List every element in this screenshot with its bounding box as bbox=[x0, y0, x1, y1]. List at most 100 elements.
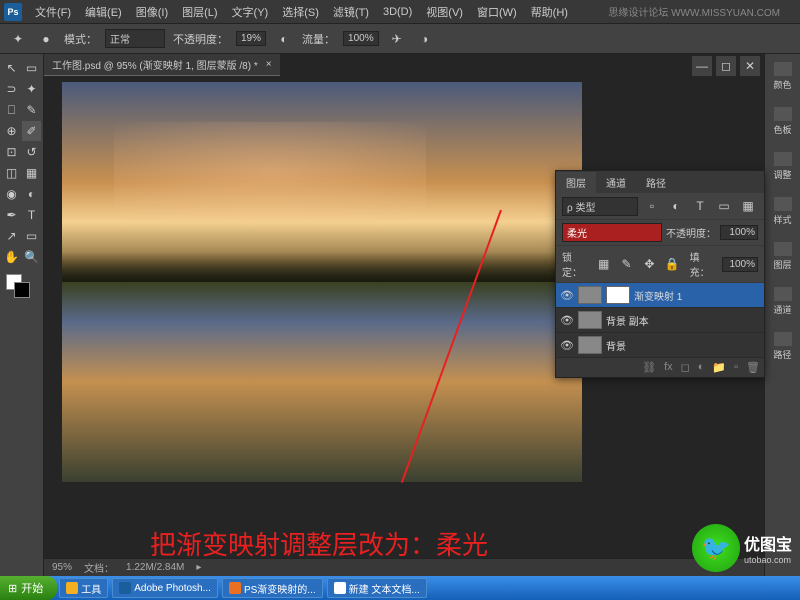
layer-item[interactable]: 👁 渐变映射 1 bbox=[556, 283, 764, 308]
opacity-field[interactable]: 19% bbox=[236, 31, 266, 46]
menu-view[interactable]: 视图(V) bbox=[419, 1, 470, 23]
panel-color-tab[interactable]: 颜色 bbox=[767, 58, 798, 95]
lock-all-icon[interactable]: 🔒 bbox=[663, 254, 682, 274]
flow-field[interactable]: 100% bbox=[343, 31, 379, 46]
color-swatches[interactable] bbox=[2, 274, 41, 304]
menu-file[interactable]: 文件(F) bbox=[28, 1, 78, 23]
layer-kind-filter[interactable]: ρ 类型 bbox=[562, 197, 638, 216]
layer-name[interactable]: 渐变映射 1 bbox=[634, 288, 682, 303]
menu-edit[interactable]: 编辑(E) bbox=[78, 1, 129, 23]
background-swatch[interactable] bbox=[14, 282, 30, 298]
layer-item[interactable]: 👁 背景 bbox=[556, 333, 764, 358]
brush-tool-icon[interactable]: ✐ bbox=[22, 121, 41, 141]
shape-tool-icon[interactable]: ▭ bbox=[22, 226, 41, 246]
eyedropper-tool-icon[interactable]: ✎ bbox=[22, 100, 41, 120]
swatch-icon bbox=[774, 107, 792, 121]
new-layer-icon[interactable]: ▫ bbox=[734, 361, 738, 374]
tool-preset-icon[interactable]: ✦ bbox=[8, 29, 28, 49]
filter-image-icon[interactable]: ▫ bbox=[642, 196, 662, 216]
chevron-right-icon[interactable]: ▸ bbox=[196, 562, 201, 573]
taskbar-item[interactable]: PS渐变映射的... bbox=[222, 578, 323, 598]
layer-opacity-field[interactable]: 100% bbox=[720, 225, 758, 240]
menu-image[interactable]: 图像(I) bbox=[129, 1, 175, 23]
lock-pixels-icon[interactable]: ✎ bbox=[617, 254, 636, 274]
stamp-tool-icon[interactable]: ⊡ bbox=[2, 142, 21, 162]
close-icon[interactable]: × bbox=[266, 59, 272, 70]
layer-thumb[interactable] bbox=[578, 336, 602, 354]
hand-tool-icon[interactable]: ✋ bbox=[2, 247, 21, 267]
layer-mask-icon[interactable]: ◻ bbox=[681, 361, 690, 374]
zoom-tool-icon[interactable]: 🔍 bbox=[22, 247, 41, 267]
lock-position-icon[interactable]: ✥ bbox=[640, 254, 659, 274]
visibility-icon[interactable]: 👁 bbox=[560, 339, 574, 352]
path-tool-icon[interactable]: ↗ bbox=[2, 226, 21, 246]
link-layers-icon[interactable]: ⛓ bbox=[642, 361, 656, 374]
menu-type[interactable]: 文字(Y) bbox=[225, 1, 276, 23]
layer-thumb[interactable] bbox=[578, 286, 602, 304]
menu-select[interactable]: 选择(S) bbox=[275, 1, 326, 23]
zoom-level[interactable]: 95% bbox=[52, 562, 72, 573]
panel-path-tab[interactable]: 路径 bbox=[767, 328, 798, 365]
menu-window[interactable]: 窗口(W) bbox=[470, 1, 524, 23]
taskbar-item[interactable]: 工具 bbox=[59, 578, 108, 598]
tab-paths[interactable]: 路径 bbox=[636, 172, 676, 193]
panel-adjust-tab[interactable]: 调整 bbox=[767, 148, 798, 185]
lock-transparency-icon[interactable]: ▦ bbox=[594, 254, 613, 274]
layer-name[interactable]: 背景 副本 bbox=[606, 313, 649, 328]
marquee-tool-icon[interactable]: ▭ bbox=[22, 58, 41, 78]
filter-smart-icon[interactable]: ▦ bbox=[738, 196, 758, 216]
panel-style-tab[interactable]: 样式 bbox=[767, 193, 798, 230]
filter-adjust-icon[interactable]: ◐ bbox=[666, 196, 686, 216]
filter-shape-icon[interactable]: ▭ bbox=[714, 196, 734, 216]
visibility-icon[interactable]: 👁 bbox=[560, 289, 574, 302]
brush-preset-icon[interactable]: ● bbox=[36, 29, 56, 49]
channel-icon bbox=[774, 287, 792, 301]
wand-tool-icon[interactable]: ✦ bbox=[22, 79, 41, 99]
mode-select[interactable]: 正常 bbox=[105, 29, 165, 48]
blur-tool-icon[interactable]: ◉ bbox=[2, 184, 21, 204]
folder-icon[interactable]: 📁 bbox=[712, 361, 726, 374]
layer-name[interactable]: 背景 bbox=[606, 338, 626, 353]
type-tool-icon[interactable]: T bbox=[22, 205, 41, 225]
move-tool-icon[interactable]: ↖ bbox=[2, 58, 21, 78]
visibility-icon[interactable]: 👁 bbox=[560, 314, 574, 327]
taskbar-item[interactable]: Adobe Photosh... bbox=[112, 578, 218, 598]
panel-layers-tab[interactable]: 图层 bbox=[767, 238, 798, 275]
start-button[interactable]: ⊞开始 bbox=[0, 576, 57, 600]
pen-tool-icon[interactable]: ✒ bbox=[2, 205, 21, 225]
menu-layer[interactable]: 图层(L) bbox=[175, 1, 224, 23]
dodge-tool-icon[interactable]: ◐ bbox=[22, 184, 41, 204]
minimize-doc-icon[interactable]: — bbox=[692, 56, 712, 76]
layer-item[interactable]: 👁 背景 副本 bbox=[556, 308, 764, 333]
layer-fx-icon[interactable]: fx bbox=[664, 361, 673, 374]
panel-channel-tab[interactable]: 通道 bbox=[767, 283, 798, 320]
pressure-size-icon[interactable]: ◑ bbox=[415, 29, 435, 49]
document-tab[interactable]: 工作图.psd @ 95% (渐变映射 1, 图层蒙版 /8) * × bbox=[44, 54, 280, 76]
eraser-tool-icon[interactable]: ◫ bbox=[2, 163, 21, 183]
blend-mode-select[interactable]: 柔光 bbox=[562, 223, 662, 242]
maximize-doc-icon[interactable]: ◻ bbox=[716, 56, 736, 76]
menu-3d[interactable]: 3D(D) bbox=[376, 3, 419, 21]
menu-help[interactable]: 帮助(H) bbox=[524, 1, 575, 23]
ubao-watermark: 🐦 优图宝utobao.com bbox=[692, 524, 792, 572]
menu-filter[interactable]: 滤镜(T) bbox=[326, 1, 376, 23]
layer-thumb[interactable] bbox=[578, 311, 602, 329]
adjustment-layer-icon[interactable]: ◐ bbox=[698, 361, 705, 374]
layer-fill-field[interactable]: 100% bbox=[722, 257, 758, 272]
trash-icon[interactable]: 🗑 bbox=[746, 361, 760, 374]
canvas-image[interactable] bbox=[62, 82, 582, 482]
filter-type-icon[interactable]: T bbox=[690, 196, 710, 216]
pressure-opacity-icon[interactable]: ◐ bbox=[274, 29, 294, 49]
history-brush-icon[interactable]: ↺ bbox=[22, 142, 41, 162]
taskbar-item[interactable]: 新建 文本文档... bbox=[327, 578, 427, 598]
tab-layers[interactable]: 图层 bbox=[556, 172, 596, 193]
gradient-tool-icon[interactable]: ▦ bbox=[22, 163, 41, 183]
crop-tool-icon[interactable]: ⎕ bbox=[2, 100, 21, 120]
healing-tool-icon[interactable]: ⊕ bbox=[2, 121, 21, 141]
airbrush-icon[interactable]: ✈ bbox=[387, 29, 407, 49]
tab-channels[interactable]: 通道 bbox=[596, 172, 636, 193]
panel-swatch-tab[interactable]: 色板 bbox=[767, 103, 798, 140]
layer-mask-thumb[interactable] bbox=[606, 286, 630, 304]
close-doc-icon[interactable]: ✕ bbox=[740, 56, 760, 76]
lasso-tool-icon[interactable]: ⊃ bbox=[2, 79, 21, 99]
